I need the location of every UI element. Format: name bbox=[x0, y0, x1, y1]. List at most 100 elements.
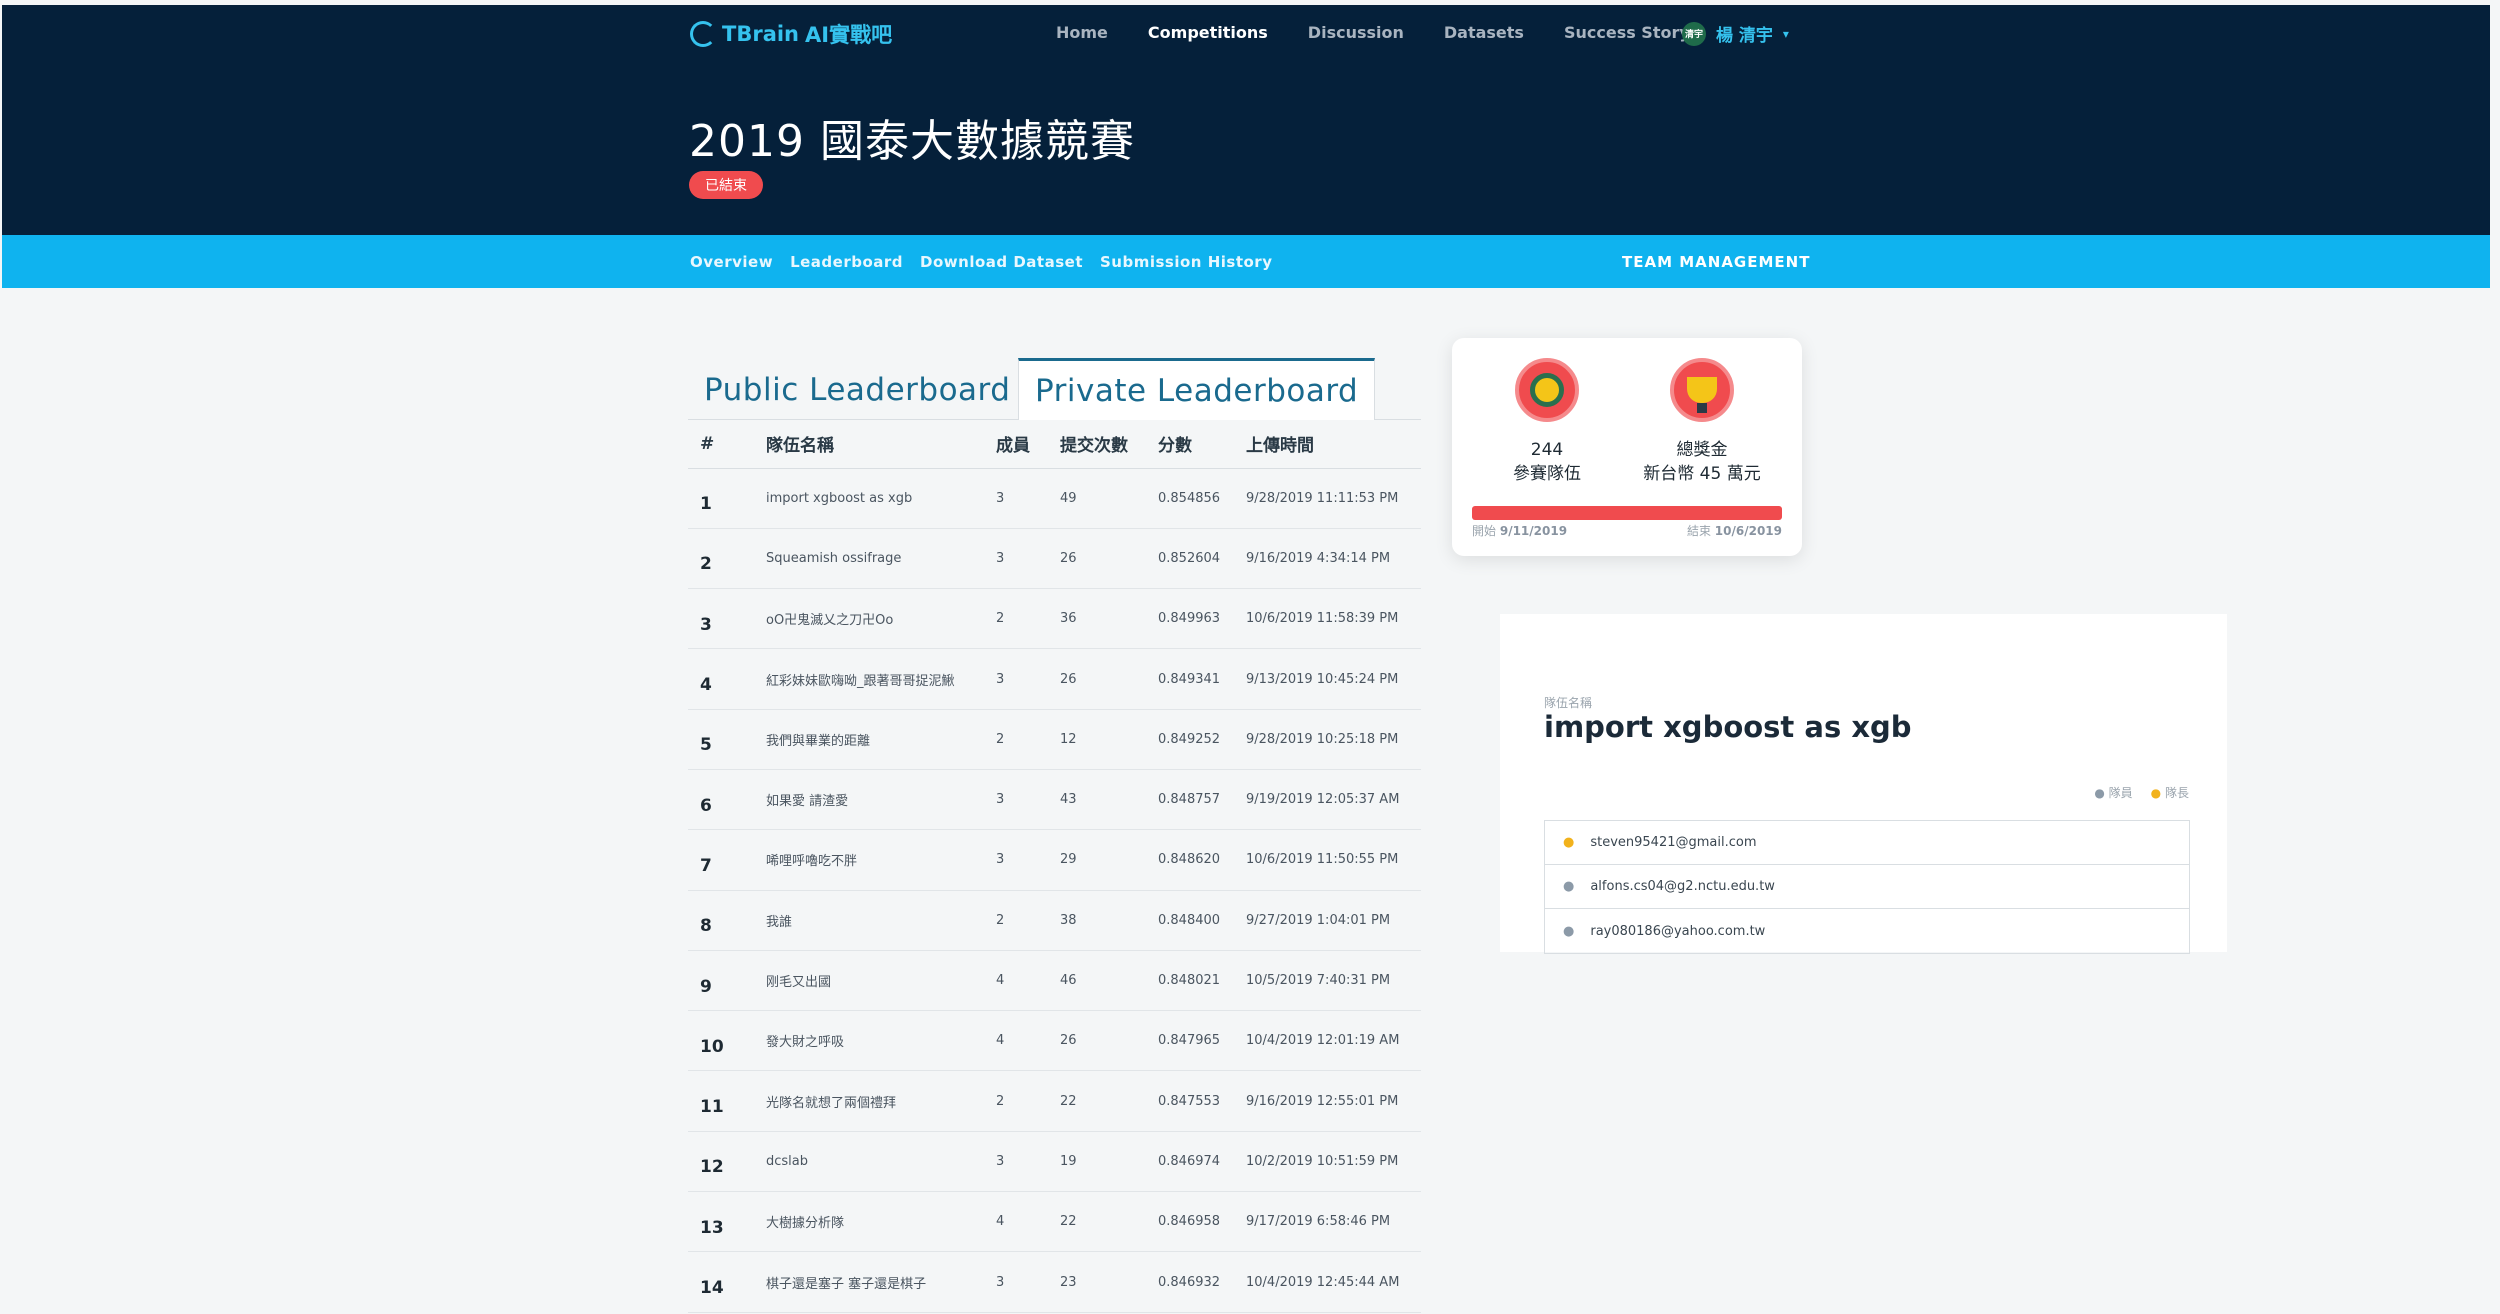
score-cell: 0.847965 bbox=[1146, 1010, 1234, 1072]
table-row: 10 發大財之呼吸 4 26 0.847965 10/4/2019 12:01:19 AM bbox=[688, 1010, 1421, 1072]
table-row: 1 import xgboost as xgb 3 49 0.854856 9/28/20… bbox=[688, 468, 1421, 529]
score-cell: 0.848620 bbox=[1146, 829, 1234, 891]
rank-cell: 5 bbox=[688, 709, 746, 770]
role-legend: ● 隊員 ● 隊長 bbox=[2094, 784, 2189, 801]
team-name-cell: Squeamish ossifrage bbox=[746, 528, 984, 590]
table-row: 6 如果愛 請渣愛 3 43 0.848757 9/19/2019 12:05:37 AM bbox=[688, 769, 1421, 831]
page: TBrain AI實戰吧 Home Competitions Discussio… bbox=[0, 0, 2500, 1314]
tab-leaderboard[interactable]: Leaderboard bbox=[790, 253, 903, 271]
submissions-cell: 23 bbox=[1048, 1251, 1146, 1313]
rank-cell: 12 bbox=[688, 1131, 746, 1193]
submissions-cell: 43 bbox=[1048, 769, 1146, 831]
upload-time-cell: 9/16/2019 12:55:01 PM bbox=[1234, 1070, 1421, 1132]
member-email: ray080186@yahoo.com.tw bbox=[1590, 923, 1766, 939]
submissions-cell: 29 bbox=[1048, 829, 1146, 891]
upload-time-cell: 10/6/2019 11:58:39 PM bbox=[1234, 588, 1421, 650]
rank-cell: 14 bbox=[688, 1251, 746, 1313]
upload-time-cell: 10/6/2019 11:50:55 PM bbox=[1234, 829, 1421, 891]
leaderboard-body: 1 import xgboost as xgb 3 49 0.854856 9/28/20… bbox=[688, 468, 1421, 1313]
tab-overview[interactable]: Overview bbox=[690, 253, 773, 271]
members-cell: 4 bbox=[984, 1010, 1048, 1072]
submissions-cell: 26 bbox=[1048, 1010, 1146, 1072]
tab-submission-history[interactable]: Submission History bbox=[1100, 253, 1272, 271]
team-name-cell: 棋子還是塞子 塞子還是棋子 bbox=[746, 1251, 984, 1313]
table-header-row: # 隊伍名稱 成員 提交次數 分數 上傳時間 bbox=[688, 420, 1421, 469]
submissions-cell: 22 bbox=[1048, 1070, 1146, 1132]
table-row: 4 紅彩妹妹歐嗨呦_跟著哥哥捉泥鰍 3 26 0.849341 9/13/2019 10:… bbox=[688, 648, 1421, 710]
table-row: 9 刚毛又出國 4 46 0.848021 10/5/2019 7:40:31 PM bbox=[688, 950, 1421, 1012]
rank-cell: 8 bbox=[688, 890, 746, 951]
upload-time-cell: 9/13/2019 10:45:24 PM bbox=[1234, 648, 1421, 710]
score-cell: 0.847553 bbox=[1146, 1070, 1234, 1132]
team-name-cell: dcslab bbox=[746, 1131, 984, 1193]
submissions-cell: 49 bbox=[1048, 468, 1146, 529]
nav-success-story[interactable]: Success Story bbox=[1564, 23, 1690, 42]
member-list: ● steven95421@gmail.com ● alfons.cs04@g2.nc… bbox=[1544, 820, 2190, 954]
main-nav: Home Competitions Discussion Datasets Su… bbox=[1056, 23, 1690, 42]
col-rank: # bbox=[688, 420, 746, 469]
submissions-cell: 36 bbox=[1048, 588, 1146, 650]
upload-time-cell: 9/17/2019 6:58:46 PM bbox=[1234, 1191, 1421, 1253]
team-name: import xgboost as xgb bbox=[1544, 710, 1912, 744]
team-name-cell: 我誰 bbox=[746, 890, 984, 951]
user-menu[interactable]: 清宇 楊 清宇 ▾ bbox=[1682, 21, 1789, 46]
team-name-cell: 光隊名就想了兩個禮拜 bbox=[746, 1070, 984, 1132]
team-name-cell: 我們與畢業的距離 bbox=[746, 709, 984, 770]
logo-text: TBrain bbox=[722, 22, 800, 46]
table-row: 3 oO卍鬼滅乂之刀卍Oo 2 36 0.849963 10/6/2019 11:58:3… bbox=[688, 588, 1421, 650]
member-email: alfons.cs04@g2.nctu.edu.tw bbox=[1590, 879, 1775, 894]
submissions-cell: 46 bbox=[1048, 950, 1146, 1012]
submissions-cell: 26 bbox=[1048, 648, 1146, 710]
submissions-cell: 12 bbox=[1048, 709, 1146, 770]
col-score: 分數 bbox=[1146, 420, 1234, 469]
members-cell: 2 bbox=[984, 709, 1048, 770]
upload-time-cell: 9/16/2019 4:34:14 PM bbox=[1234, 528, 1421, 590]
logo-ai-text: AI實戰吧 bbox=[805, 23, 893, 47]
nav-datasets[interactable]: Datasets bbox=[1444, 23, 1524, 42]
table-row: 14 棋子還是塞子 塞子還是棋子 3 23 0.846932 10/4/2019 12:4… bbox=[688, 1251, 1421, 1313]
score-cell: 0.852604 bbox=[1146, 528, 1234, 590]
members-cell: 3 bbox=[984, 468, 1048, 529]
rank-cell: 3 bbox=[688, 588, 746, 650]
team-name-cell: 唏哩呼嚕吃不胖 bbox=[746, 829, 984, 891]
team-name-cell: 刚毛又出國 bbox=[746, 950, 984, 1012]
team-name-cell: 紅彩妹妹歐嗨呦_跟著哥哥捉泥鰍 bbox=[746, 648, 984, 710]
start-date-value: 9/11/2019 bbox=[1499, 524, 1568, 538]
user-icon: ● bbox=[1563, 879, 1575, 894]
prize-value: 新台幣 45 萬元 bbox=[1643, 464, 1761, 484]
score-cell: 0.846958 bbox=[1146, 1191, 1234, 1253]
col-submissions: 提交次數 bbox=[1048, 420, 1146, 469]
legend-member: ● 隊員 bbox=[2094, 786, 2133, 800]
tab-public-leaderboard[interactable]: Public Leaderboard bbox=[704, 360, 1010, 420]
members-cell: 3 bbox=[984, 528, 1048, 590]
score-cell: 0.848021 bbox=[1146, 950, 1234, 1012]
teams-count: 244 bbox=[1530, 440, 1564, 460]
table-row: 7 唏哩呼嚕吃不胖 3 29 0.848620 10/6/2019 11:50:55 PM bbox=[688, 829, 1421, 891]
rank-cell: 1 bbox=[688, 468, 746, 529]
site-logo[interactable]: TBrain AI實戰吧 bbox=[690, 19, 892, 49]
leaderboard-table: # 隊伍名稱 成員 提交次數 分數 上傳時間 1 import xgboost a… bbox=[688, 420, 1421, 1313]
col-team-name: 隊伍名稱 bbox=[746, 420, 984, 469]
user-icon: ● bbox=[1563, 835, 1575, 850]
table-row: 8 我誰 2 38 0.848400 9/27/2019 1:04:01 PM bbox=[688, 890, 1421, 951]
nav-competitions[interactable]: Competitions bbox=[1148, 23, 1268, 42]
user-name: 楊 清宇 bbox=[1716, 26, 1773, 46]
upload-time-cell: 9/28/2019 10:25:18 PM bbox=[1234, 709, 1421, 770]
team-management-link[interactable]: TEAM MANAGEMENT bbox=[1622, 235, 1810, 288]
tab-download-dataset[interactable]: Download Dataset bbox=[920, 253, 1083, 271]
start-date: 開始 9/11/2019 bbox=[1472, 522, 1567, 539]
logo-icon bbox=[690, 21, 716, 47]
tab-private-leaderboard[interactable]: Private Leaderboard bbox=[1018, 358, 1376, 420]
member-row: ● ray080186@yahoo.com.tw bbox=[1545, 909, 2189, 953]
score-cell: 0.848400 bbox=[1146, 890, 1234, 951]
member-row: ● alfons.cs04@g2.nctu.edu.tw bbox=[1545, 865, 2189, 909]
user-icon: ● bbox=[2094, 786, 2105, 800]
prize-label: 總獎金 bbox=[1676, 440, 1728, 460]
members-cell: 2 bbox=[984, 588, 1048, 650]
end-label: 結束 bbox=[1686, 524, 1711, 538]
teams-label: 參賽隊伍 bbox=[1513, 464, 1581, 484]
upload-time-cell: 10/2/2019 10:51:59 PM bbox=[1234, 1131, 1421, 1193]
nav-discussion[interactable]: Discussion bbox=[1308, 23, 1404, 42]
nav-home[interactable]: Home bbox=[1056, 23, 1108, 42]
rank-cell: 4 bbox=[688, 648, 746, 710]
